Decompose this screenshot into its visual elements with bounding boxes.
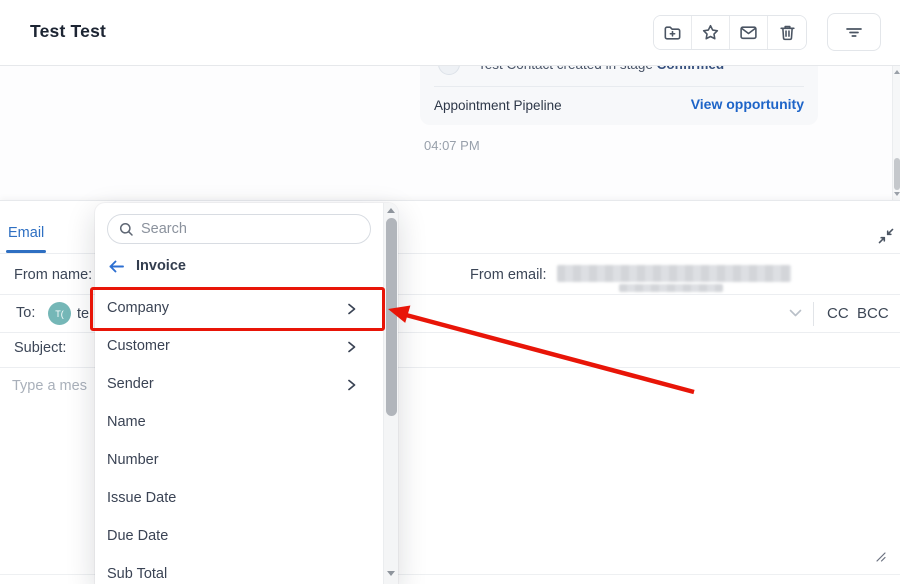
- resize-grip[interactable]: [872, 547, 888, 563]
- folder-plus-icon: [663, 23, 682, 42]
- favorite-button[interactable]: [692, 16, 730, 49]
- scroll-down-arrow-icon[interactable]: [387, 571, 395, 576]
- dropdown-item-sender[interactable]: Sender: [95, 366, 383, 404]
- dropdown-scrollbar[interactable]: [383, 203, 398, 584]
- page: Test Contact created in stage Confirmed …: [0, 0, 900, 584]
- dropdown-item-due-date[interactable]: Due Date: [95, 518, 383, 556]
- dropdown-item-list: Company Customer Sender Name Number Issue Dat…: [95, 290, 383, 584]
- view-opportunity-link[interactable]: View opportunity: [691, 96, 804, 112]
- dropdown-item-label: Due Date: [107, 528, 168, 544]
- message-input-placeholder[interactable]: Type a mes: [12, 378, 87, 394]
- filter-icon: [843, 23, 865, 41]
- recipient-name: te: [77, 306, 89, 322]
- dropdown-item-sub-total[interactable]: Sub Total: [95, 556, 383, 584]
- dropdown-item-label: Sender: [107, 376, 154, 392]
- dropdown-back-button[interactable]: Invoice: [108, 256, 186, 276]
- dropdown-item-name[interactable]: Name: [95, 404, 383, 442]
- dropdown-item-company[interactable]: Company: [95, 290, 383, 328]
- tab-email[interactable]: Email: [8, 225, 44, 241]
- from-email-label: From email:: [470, 267, 547, 283]
- search-input[interactable]: Search: [107, 214, 371, 244]
- chevron-right-icon: [345, 302, 358, 316]
- dropdown-category-label: Invoice: [136, 258, 186, 274]
- recipient-avatar[interactable]: T(: [48, 302, 71, 325]
- dropdown-scrollbar-thumb[interactable]: [386, 218, 397, 416]
- header-action-toolbar: [653, 15, 807, 50]
- scroll-down-arrow-icon[interactable]: [894, 192, 900, 196]
- arrow-left-icon: [108, 259, 125, 274]
- trash-icon: [778, 23, 797, 42]
- envelope-icon: [739, 23, 758, 42]
- scroll-up-arrow-icon[interactable]: [387, 208, 395, 213]
- email-button[interactable]: [730, 16, 768, 49]
- page-title: Test Test: [30, 21, 106, 42]
- chevron-right-icon: [345, 340, 358, 354]
- subject-label: Subject:: [14, 340, 66, 356]
- pipeline-name: Appointment Pipeline: [434, 98, 562, 113]
- merge-field-dropdown: Search Invoice Company Customer Sender Name…: [95, 203, 398, 584]
- timeline-scrollbar-thumb[interactable]: [894, 158, 900, 190]
- to-label: To:: [16, 305, 35, 321]
- timeline-section: Test Contact created in stage Confirmed …: [0, 66, 900, 200]
- from-name-label: From name:: [14, 267, 92, 283]
- from-email-redacted-value-2: [619, 284, 723, 292]
- search-icon: [119, 222, 134, 237]
- dropdown-item-label: Name: [107, 414, 146, 430]
- dropdown-item-label: Issue Date: [107, 490, 176, 506]
- dropdown-item-label: Number: [107, 452, 159, 468]
- bcc-button[interactable]: BCC: [857, 305, 889, 322]
- collapse-composer-icon[interactable]: [877, 227, 897, 247]
- event-pipeline-row: Appointment Pipeline View opportunity: [420, 87, 818, 125]
- filter-button[interactable]: [827, 13, 881, 51]
- chevron-right-icon: [345, 378, 358, 392]
- cc-button[interactable]: CC: [827, 305, 849, 322]
- chevron-down-icon[interactable]: [789, 309, 802, 318]
- dropdown-item-label: Customer: [107, 338, 170, 354]
- dropdown-item-label: Sub Total: [107, 566, 167, 582]
- scroll-up-arrow-icon[interactable]: [894, 70, 900, 74]
- add-to-folder-button[interactable]: [654, 16, 692, 49]
- search-placeholder: Search: [141, 221, 187, 237]
- dropdown-item-issue-date[interactable]: Issue Date: [95, 480, 383, 518]
- divider: [813, 302, 814, 326]
- star-icon: [701, 23, 720, 42]
- delete-button[interactable]: [768, 16, 806, 49]
- contact-header: Test Test: [0, 0, 900, 66]
- dropdown-item-number[interactable]: Number: [95, 442, 383, 480]
- dropdown-item-customer[interactable]: Customer: [95, 328, 383, 366]
- event-timestamp: 04:07 PM: [424, 138, 480, 153]
- timeline-scrollbar[interactable]: [892, 66, 900, 200]
- from-email-redacted-value: [557, 265, 791, 282]
- dropdown-item-label: Company: [107, 300, 169, 316]
